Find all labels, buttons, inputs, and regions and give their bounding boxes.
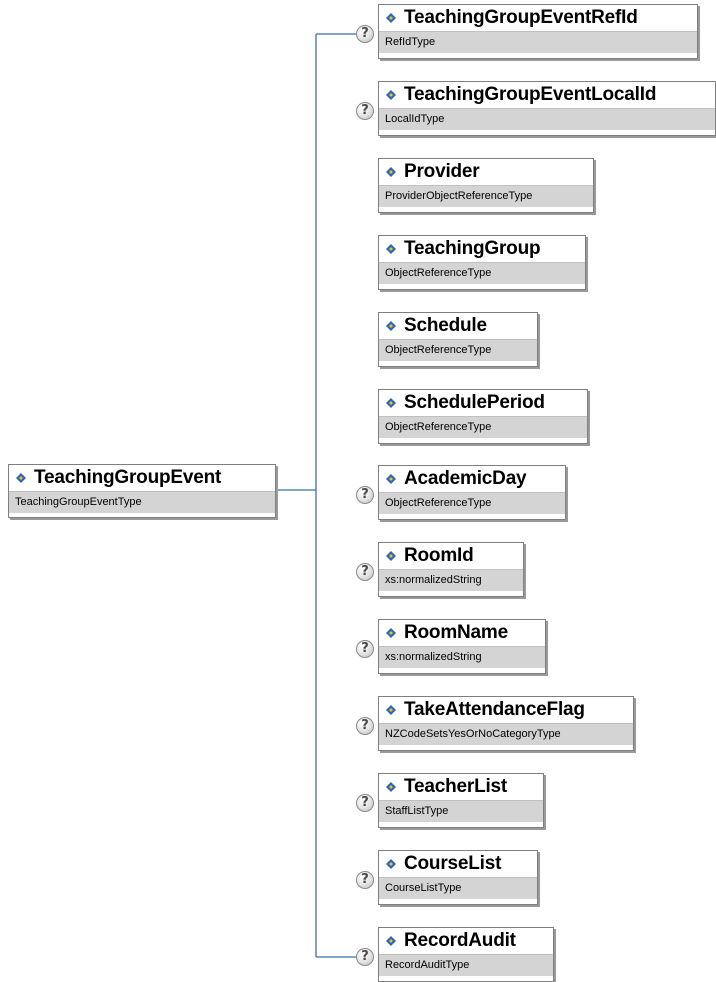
child-element-name: TeachingGroup [404,238,541,259]
child-element-box[interactable]: RoomName xs:normalizedString [378,619,546,674]
child-element-type: RefIdType [379,31,697,53]
child-element-box[interactable]: TeacherList StaffListType [378,773,544,828]
child-element-header: RoomId [379,543,523,569]
optional-help-icon[interactable]: ? [356,102,374,120]
child-element-type: CourseListType [379,877,537,899]
child-element-header: TeachingGroupEventLocalId [379,82,715,108]
child-element-header: TeacherList [379,774,543,800]
child-element-name: TeachingGroupEventLocalId [404,84,657,105]
element-icon [386,13,396,23]
optional-help-icon[interactable]: ? [356,794,374,812]
element-icon [386,398,396,408]
child-element-name: TeachingGroupEventRefId [404,7,638,28]
element-icon [386,167,396,177]
child-element-name: SchedulePeriod [404,392,545,413]
element-icon [386,859,396,869]
child-element-type: NZCodeSetsYesOrNoCategoryType [379,723,633,745]
child-element-box[interactable]: CourseList CourseListType [378,850,538,905]
child-element-type: ProviderObjectReferenceType [379,185,593,207]
child-element-header: CourseList [379,851,537,877]
element-icon [386,782,396,792]
element-icon [386,705,396,715]
child-element-type: LocalIdType [379,108,715,130]
element-icon [386,551,396,561]
child-element-name: Schedule [404,315,487,336]
child-element-name: AcademicDay [404,468,527,489]
optional-help-icon[interactable]: ? [356,25,374,43]
element-icon [386,90,396,100]
element-icon [386,474,396,484]
optional-help-icon[interactable]: ? [356,486,374,504]
child-element-header: RoomName [379,620,545,646]
element-icon [386,244,396,254]
child-element-type: ObjectReferenceType [379,262,585,284]
child-element-header: Schedule [379,313,537,339]
child-element-type: ObjectReferenceType [379,339,537,361]
child-element-header: TeachingGroup [379,236,585,262]
child-element-header: SchedulePeriod [379,390,587,416]
schema-diagram: TeachingGroupEvent TeachingGroupEventTyp… [0,0,716,982]
child-element-type: RecordAuditType [379,954,553,976]
child-element-box[interactable]: AcademicDay ObjectReferenceType [378,465,566,520]
child-element-box[interactable]: TeachingGroupEventRefId RefIdType [378,4,698,59]
child-element-header: RecordAudit [379,928,553,954]
child-element-type: xs:normalizedString [379,569,523,591]
child-element-box[interactable]: TeachingGroupEventLocalId LocalIdType [378,81,716,136]
root-element-type: TeachingGroupEventType [9,491,275,513]
child-element-header: Provider [379,159,593,185]
child-element-box[interactable]: SchedulePeriod ObjectReferenceType [378,389,588,444]
child-element-box[interactable]: Provider ProviderObjectReferenceType [378,158,594,213]
child-element-box[interactable]: TakeAttendanceFlag NZCodeSetsYesOrNoCateg… [378,696,634,751]
child-element-box[interactable]: TeachingGroup ObjectReferenceType [378,235,586,290]
child-element-header: TakeAttendanceFlag [379,697,633,723]
child-element-name: CourseList [404,853,502,874]
child-element-name: TeacherList [404,776,508,797]
child-element-type: StaffListType [379,800,543,822]
optional-help-icon[interactable]: ? [356,871,374,889]
child-element-header: AcademicDay [379,466,565,492]
child-element-box[interactable]: RoomId xs:normalizedString [378,542,524,597]
optional-help-icon[interactable]: ? [356,948,374,966]
element-icon [386,936,396,946]
element-icon [386,628,396,638]
optional-help-icon[interactable]: ? [356,563,374,581]
child-element-box[interactable]: RecordAudit RecordAuditType [378,927,554,982]
root-element-header: TeachingGroupEvent [9,465,275,491]
optional-help-icon[interactable]: ? [356,717,374,735]
root-element-name: TeachingGroupEvent [34,467,222,488]
element-icon [386,321,396,331]
element-icon [16,473,26,483]
child-element-name: RoomName [404,622,508,643]
child-element-box[interactable]: Schedule ObjectReferenceType [378,312,538,367]
child-element-type: ObjectReferenceType [379,492,565,514]
child-element-type: ObjectReferenceType [379,416,587,438]
child-element-header: TeachingGroupEventRefId [379,5,697,31]
child-element-name: RecordAudit [404,930,516,951]
child-element-name: RoomId [404,545,474,566]
child-element-name: Provider [404,161,480,182]
optional-help-icon[interactable]: ? [356,640,374,658]
child-element-type: xs:normalizedString [379,646,545,668]
root-element-box[interactable]: TeachingGroupEvent TeachingGroupEventTyp… [8,464,276,518]
child-element-name: TakeAttendanceFlag [404,699,585,720]
